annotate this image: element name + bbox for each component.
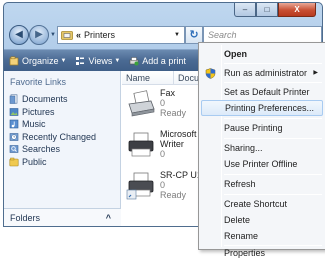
recently-changed-icon: [9, 132, 19, 141]
organize-icon: [9, 56, 19, 65]
printer-jobs: 0: [160, 98, 166, 108]
nav-item-label: Searches: [22, 144, 61, 154]
pictures-icon: [9, 107, 19, 116]
breadcrumb-printers[interactable]: Printers: [84, 30, 115, 40]
fax-printer-icon: [128, 90, 155, 117]
menu-item-create-shortcut[interactable]: Create Shortcut: [201, 196, 323, 212]
searches-icon: [9, 145, 19, 153]
menu-item-pause-printing[interactable]: Pause Printing: [201, 120, 323, 136]
maximize-button[interactable]: □: [256, 3, 278, 17]
organize-button[interactable]: Organize ▼: [9, 56, 66, 66]
menu-item-run-as-administrator[interactable]: Run as administrator ▶: [201, 65, 323, 81]
address-field[interactable]: « Printers ▼: [57, 26, 185, 44]
close-button[interactable]: X: [278, 3, 316, 17]
menu-separator: [224, 63, 322, 64]
nav-item-label: Documents: [22, 94, 68, 104]
printer-status: Ready: [160, 108, 187, 118]
printer-icon: [126, 172, 154, 200]
column-header-name[interactable]: Name: [122, 70, 174, 85]
printer-name: Fax: [160, 88, 176, 98]
views-dropdown-icon: ▼: [114, 57, 121, 64]
menu-separator: [224, 194, 322, 195]
address-dropdown-icon[interactable]: ▼: [174, 32, 180, 38]
nav-item-searches[interactable]: Searches: [9, 143, 96, 155]
menu-separator: [224, 174, 322, 175]
menu-item-sharing[interactable]: Sharing...: [201, 140, 323, 156]
menu-item-refresh[interactable]: Refresh: [201, 176, 323, 192]
menu-item-delete[interactable]: Delete: [201, 212, 323, 228]
printer-context-menu: Open Run as administrator ▶ Set as Defau…: [198, 42, 325, 258]
uac-shield-icon: [205, 68, 216, 79]
nav-item-public[interactable]: Public: [9, 156, 96, 168]
add-printer-icon: [129, 56, 139, 65]
back-button[interactable]: ◀: [9, 25, 29, 45]
menu-separator: [224, 82, 322, 83]
printer-status: Ready: [160, 190, 187, 200]
public-folder-icon: [9, 157, 19, 166]
chevron-up-icon: ^: [105, 213, 111, 223]
views-label: Views: [88, 55, 113, 66]
nav-item-label: Pictures: [22, 106, 55, 117]
menu-item-set-default-printer[interactable]: Set as Default Printer: [201, 84, 323, 100]
printer-jobs: 0: [160, 180, 166, 190]
submenu-arrow-icon: ▶: [313, 70, 318, 76]
breadcrumb-separator[interactable]: «: [76, 30, 81, 40]
folders-toggle[interactable]: Folders ^: [4, 208, 121, 226]
printer-name: SR-CP U1: [160, 170, 202, 180]
music-icon: [9, 119, 19, 129]
menu-item-printing-preferences[interactable]: Printing Preferences...: [201, 100, 323, 116]
forward-button[interactable]: ▶: [29, 25, 49, 45]
add-printer-label: Add a print: [142, 55, 186, 66]
printer-icon: [128, 132, 154, 157]
documents-icon: [9, 94, 18, 104]
menu-item-use-printer-offline[interactable]: Use Printer Offline: [201, 156, 323, 172]
nav-item-label: Recently Changed: [22, 131, 97, 142]
favorite-links-heading: Favorite Links: [10, 77, 67, 87]
folders-label: Folders: [10, 213, 41, 223]
menu-item-properties[interactable]: Properties: [201, 247, 323, 259]
printers-folder-icon: [61, 31, 73, 40]
nav-item-documents[interactable]: Documents: [9, 93, 96, 105]
views-button[interactable]: Views ▼: [75, 56, 120, 66]
printer-info: Fax 0 Ready: [160, 88, 186, 129]
printer-info: SR-CP U1 0 Ready: [160, 170, 202, 211]
nav-item-music[interactable]: Music: [9, 118, 96, 130]
menu-item-open[interactable]: Open: [201, 46, 323, 62]
nav-item-label: Music: [22, 119, 46, 129]
favorite-links-list: Documents Pictures Music Recently Change…: [9, 93, 96, 168]
navigation-pane: Favorite Links Documents Pictures Music …: [4, 71, 121, 226]
views-icon: [76, 56, 85, 65]
nav-item-label: Public: [22, 156, 47, 167]
add-printer-button[interactable]: Add a print: [129, 56, 186, 66]
menu-separator: [224, 118, 322, 119]
caption-buttons: – □ X: [234, 3, 316, 17]
minimize-button[interactable]: –: [234, 3, 256, 17]
nav-item-recently-changed[interactable]: Recently Changed: [9, 131, 96, 143]
organize-label: Organize: [22, 55, 59, 66]
recent-pages-dropdown[interactable]: ▼: [50, 32, 56, 38]
menu-item-rename[interactable]: Rename: [201, 228, 323, 244]
menu-item-label: Run as administrator: [224, 68, 308, 78]
menu-separator: [224, 245, 322, 246]
menu-separator: [224, 138, 322, 139]
organize-dropdown-icon: ▼: [60, 57, 67, 64]
nav-item-pictures[interactable]: Pictures: [9, 106, 96, 118]
